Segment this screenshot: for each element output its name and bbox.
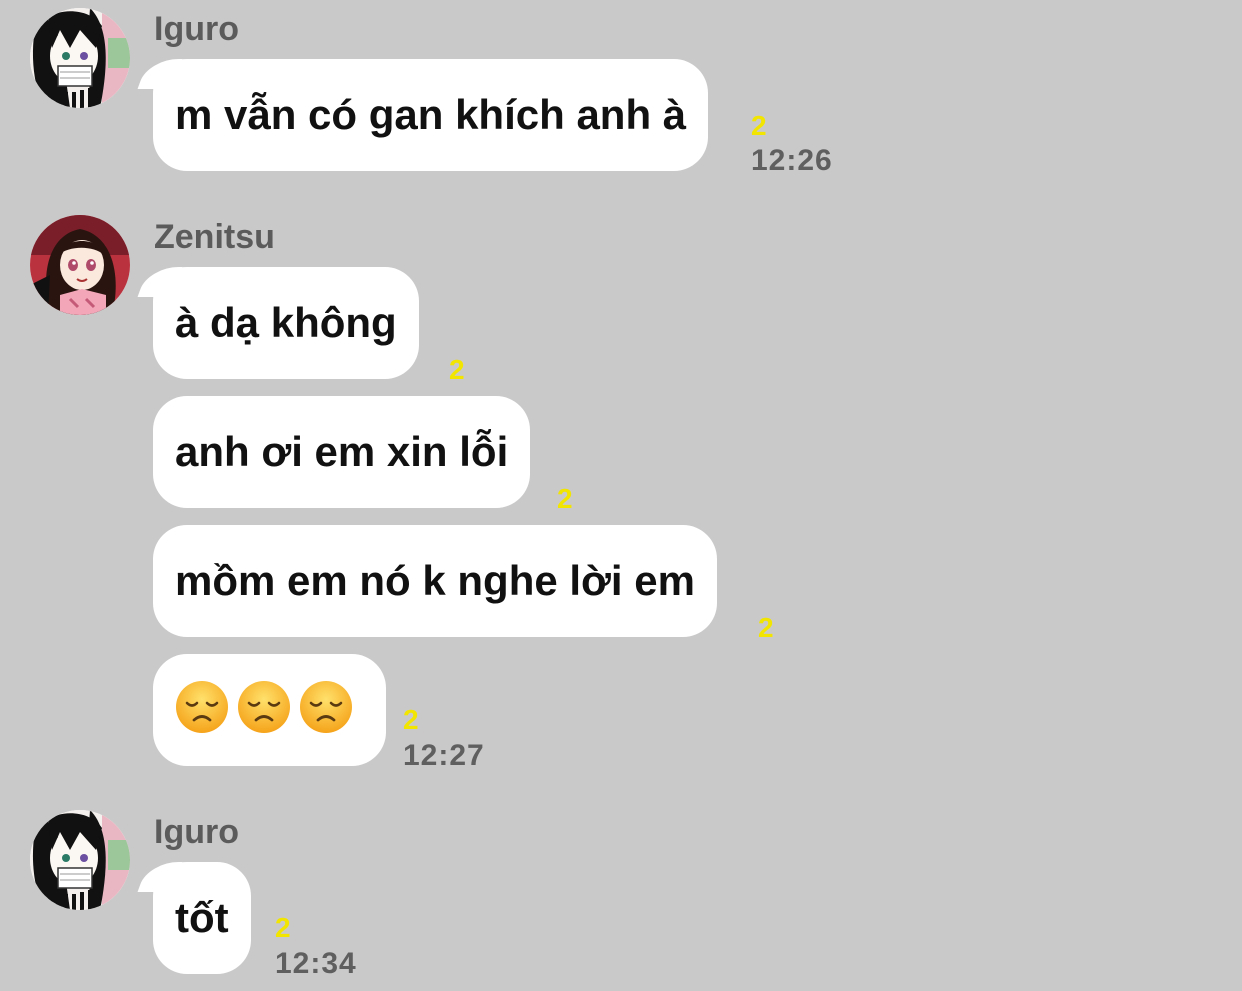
sender-name: Iguro <box>154 813 239 851</box>
message-bubble[interactable]: mồm em nó k nghe lời em <box>153 525 717 637</box>
read-count: 2 <box>403 704 419 735</box>
read-count: 2 <box>758 612 774 643</box>
message-text: mồm em nó k nghe lời em <box>175 557 695 604</box>
message-bubble[interactable]: à dạ không <box>137 267 419 379</box>
bubble-tail <box>137 267 183 297</box>
disappointed-face-icon <box>237 664 291 776</box>
read-count: 2 <box>751 110 767 141</box>
bubble-tail <box>137 862 183 892</box>
message-bubble[interactable]: m vẫn có gan khích anh à <box>137 59 709 171</box>
message-time: 12:34 <box>275 947 357 980</box>
disappointed-face-icon <box>299 664 353 776</box>
bubble-tail <box>137 59 183 89</box>
avatar-iguro[interactable] <box>30 8 130 108</box>
message-time: 12:27 <box>403 739 485 772</box>
avatar-iguro[interactable] <box>30 810 130 910</box>
message-text: à dạ không <box>175 299 397 346</box>
read-count: 2 <box>275 912 291 943</box>
message-time: 12:26 <box>751 144 833 177</box>
sender-name: Zenitsu <box>154 218 275 256</box>
message-text: tốt <box>175 894 229 941</box>
message-text: anh ơi em xin lỗi <box>175 428 509 475</box>
message-bubble[interactable]: anh ơi em xin lỗi <box>153 396 531 508</box>
avatar-zenitsu[interactable] <box>30 215 130 315</box>
sender-name: Iguro <box>154 10 239 48</box>
message-text: m vẫn có gan khích anh à <box>175 91 687 138</box>
message-bubble[interactable]: tốt <box>137 862 251 974</box>
read-count: 2 <box>557 483 573 514</box>
message-bubble[interactable] <box>153 654 386 766</box>
disappointed-face-icon <box>175 664 229 776</box>
read-count: 2 <box>449 354 465 385</box>
